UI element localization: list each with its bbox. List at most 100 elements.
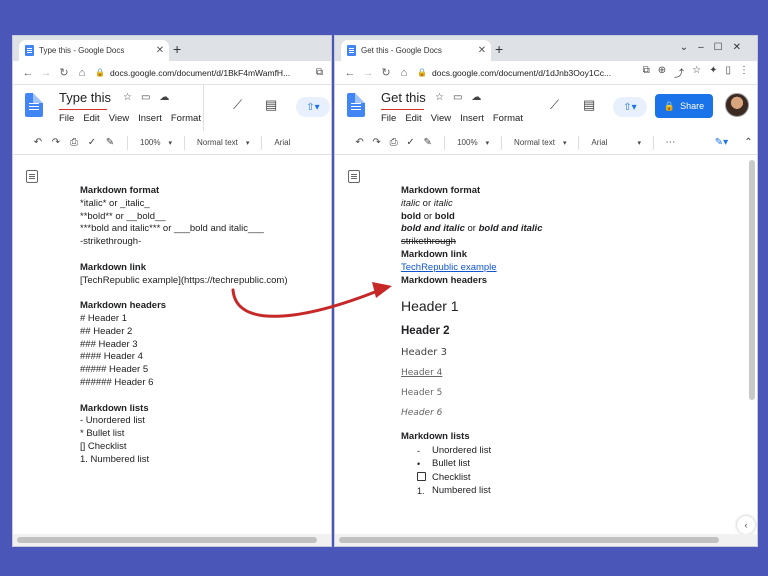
paint-format-icon[interactable]: ✎ bbox=[419, 137, 436, 148]
avatar[interactable] bbox=[725, 93, 749, 117]
share-button[interactable]: 🔒 Share bbox=[655, 94, 713, 118]
redo-icon[interactable]: ↷ bbox=[47, 137, 65, 148]
menu-view[interactable]: View bbox=[109, 113, 129, 124]
document-page[interactable]: Markdown format italic or italic bold or… bbox=[335, 155, 757, 546]
horizontal-scrollbar[interactable] bbox=[335, 534, 757, 546]
list-item: • Bullet list bbox=[417, 458, 471, 470]
style-select[interactable]: Normal text ▾ bbox=[510, 138, 570, 147]
home-icon[interactable]: ⌂ bbox=[73, 67, 91, 79]
url-field[interactable]: docs.google.com/document/d/1dJnb3Ooy1Cc.… bbox=[432, 68, 611, 78]
print-icon[interactable]: ⎙ bbox=[65, 137, 83, 148]
home-icon[interactable]: ⌂ bbox=[395, 67, 413, 79]
google-docs-icon[interactable] bbox=[25, 93, 43, 117]
menu-edit[interactable]: Edit bbox=[83, 113, 99, 124]
undo-icon[interactable]: ↶ bbox=[351, 137, 368, 148]
document-body[interactable]: Markdown format *italic* or _italic_ **b… bbox=[80, 185, 288, 467]
spellcheck-icon[interactable]: ✓ bbox=[402, 137, 419, 148]
zoom-select[interactable]: 100% ▾ bbox=[136, 138, 176, 147]
star-icon[interactable]: ☆ bbox=[123, 92, 132, 103]
maximize-icon[interactable]: ☐ bbox=[714, 42, 733, 53]
text-line: bold or bold bbox=[401, 210, 455, 222]
move-folder-icon[interactable]: ▭ bbox=[453, 92, 462, 103]
url-field[interactable]: docs.google.com/document/d/1BkF4mWamfH..… bbox=[110, 68, 290, 78]
document-outline-icon[interactable] bbox=[26, 170, 38, 183]
move-folder-icon[interactable]: ▭ bbox=[141, 92, 150, 103]
browser-tab[interactable]: Get this - Google Docs ✕ bbox=[341, 40, 491, 61]
chevron-down-icon[interactable]: ⌄ bbox=[680, 42, 698, 53]
editing-mode-icon[interactable]: ✎▾ bbox=[713, 137, 730, 148]
spellcheck-icon[interactable]: ✓ bbox=[83, 137, 101, 148]
star-icon[interactable]: ☆ bbox=[435, 92, 444, 103]
tab-bar: Type this - Google Docs ✕ + bbox=[13, 36, 331, 61]
menu-format[interactable]: Format bbox=[493, 113, 523, 124]
comments-icon[interactable]: ▤ bbox=[265, 97, 277, 113]
hyperlink[interactable]: TechRepublic example bbox=[401, 262, 542, 275]
scrollbar-thumb[interactable] bbox=[339, 537, 719, 543]
doc-title[interactable]: Type this bbox=[59, 90, 111, 105]
heading-markdown-link: Markdown link bbox=[401, 248, 467, 260]
open-in-new-icon[interactable]: ⧉ bbox=[316, 67, 323, 78]
font-select[interactable]: Arial bbox=[270, 138, 294, 147]
cloud-status-icon[interactable]: ☁ bbox=[159, 92, 169, 103]
document-body[interactable]: Markdown format italic or italic bold or… bbox=[401, 185, 542, 498]
more-options-icon[interactable]: ⋯ bbox=[662, 137, 679, 148]
collapse-menus-icon[interactable]: ⌃ bbox=[740, 137, 757, 148]
share-page-icon[interactable]: ⤴ bbox=[674, 65, 684, 80]
heading-markdown-format: Markdown format bbox=[80, 185, 160, 196]
google-docs-icon[interactable] bbox=[347, 93, 365, 117]
menu-file[interactable]: File bbox=[381, 113, 396, 124]
lock-icon[interactable]: 🔒 bbox=[95, 68, 107, 77]
zoom-icon[interactable]: ⊕ bbox=[658, 65, 666, 80]
back-icon[interactable]: ← bbox=[341, 67, 359, 79]
print-icon[interactable]: ⎙ bbox=[385, 137, 402, 148]
forward-icon[interactable]: → bbox=[359, 67, 377, 79]
docs-favicon-icon bbox=[25, 45, 34, 56]
close-tab-icon[interactable]: ✕ bbox=[476, 45, 488, 56]
back-icon[interactable]: ← bbox=[19, 67, 37, 79]
undo-icon[interactable]: ↶ bbox=[29, 137, 47, 148]
bookmark-star-icon[interactable]: ☆ bbox=[692, 65, 701, 80]
horizontal-scrollbar[interactable] bbox=[13, 534, 331, 546]
redo-icon[interactable]: ↷ bbox=[368, 137, 385, 148]
open-in-new-icon[interactable]: ⧉ bbox=[643, 65, 650, 80]
document-page[interactable]: Markdown format *italic* or _italic_ **b… bbox=[13, 155, 331, 546]
scrollbar-thumb[interactable] bbox=[17, 537, 317, 543]
checkbox[interactable] bbox=[417, 471, 426, 481]
activity-trend-icon[interactable]: ⟋ bbox=[550, 97, 559, 113]
text-line: 1. Numbered list bbox=[80, 453, 150, 465]
forward-icon[interactable]: → bbox=[37, 67, 55, 79]
chevron-left-icon[interactable]: ‹ bbox=[737, 516, 755, 534]
menu-file[interactable]: File bbox=[59, 113, 74, 124]
paint-format-icon[interactable]: ✎ bbox=[101, 137, 119, 148]
minimize-icon[interactable]: – bbox=[698, 42, 714, 53]
menu-format[interactable]: Format bbox=[171, 113, 201, 124]
cloud-status-icon[interactable]: ☁ bbox=[471, 92, 481, 103]
new-tab-icon[interactable]: + bbox=[173, 41, 181, 57]
close-tab-icon[interactable]: ✕ bbox=[154, 45, 166, 56]
menu-insert[interactable]: Insert bbox=[138, 113, 162, 124]
reload-icon[interactable]: ↻ bbox=[377, 66, 395, 79]
menu-bar: File Edit View Insert Format bbox=[381, 113, 523, 124]
present-button[interactable]: ⇧▾ bbox=[613, 97, 647, 117]
zoom-select[interactable]: 100% ▾ bbox=[453, 138, 493, 147]
doc-title[interactable]: Get this bbox=[381, 90, 426, 105]
activity-trend-icon[interactable]: ⟋ bbox=[233, 97, 242, 113]
close-window-icon[interactable]: ✕ bbox=[733, 42, 751, 53]
browser-tab[interactable]: Type this - Google Docs ✕ bbox=[19, 40, 169, 61]
present-button[interactable]: ⇧▾ bbox=[296, 97, 330, 117]
font-select[interactable]: Arial ▾ bbox=[587, 138, 645, 147]
more-menu-icon[interactable]: ⋮ bbox=[739, 65, 749, 80]
menu-view[interactable]: View bbox=[431, 113, 451, 124]
vertical-scrollbar[interactable] bbox=[749, 160, 755, 400]
comments-icon[interactable]: ▤ bbox=[583, 97, 595, 113]
style-select[interactable]: Normal text ▾ bbox=[193, 138, 253, 147]
menu-insert[interactable]: Insert bbox=[460, 113, 484, 124]
side-panel-icon[interactable]: ▯ bbox=[725, 65, 731, 80]
extensions-icon[interactable]: ✦ bbox=[709, 65, 717, 80]
new-tab-icon[interactable]: + bbox=[495, 41, 503, 57]
reload-icon[interactable]: ↻ bbox=[55, 66, 73, 79]
document-outline-icon[interactable] bbox=[348, 170, 360, 183]
lock-icon[interactable]: 🔒 bbox=[417, 68, 429, 77]
menu-edit[interactable]: Edit bbox=[405, 113, 421, 124]
menu-bar: File Edit View Insert Format bbox=[59, 113, 201, 124]
